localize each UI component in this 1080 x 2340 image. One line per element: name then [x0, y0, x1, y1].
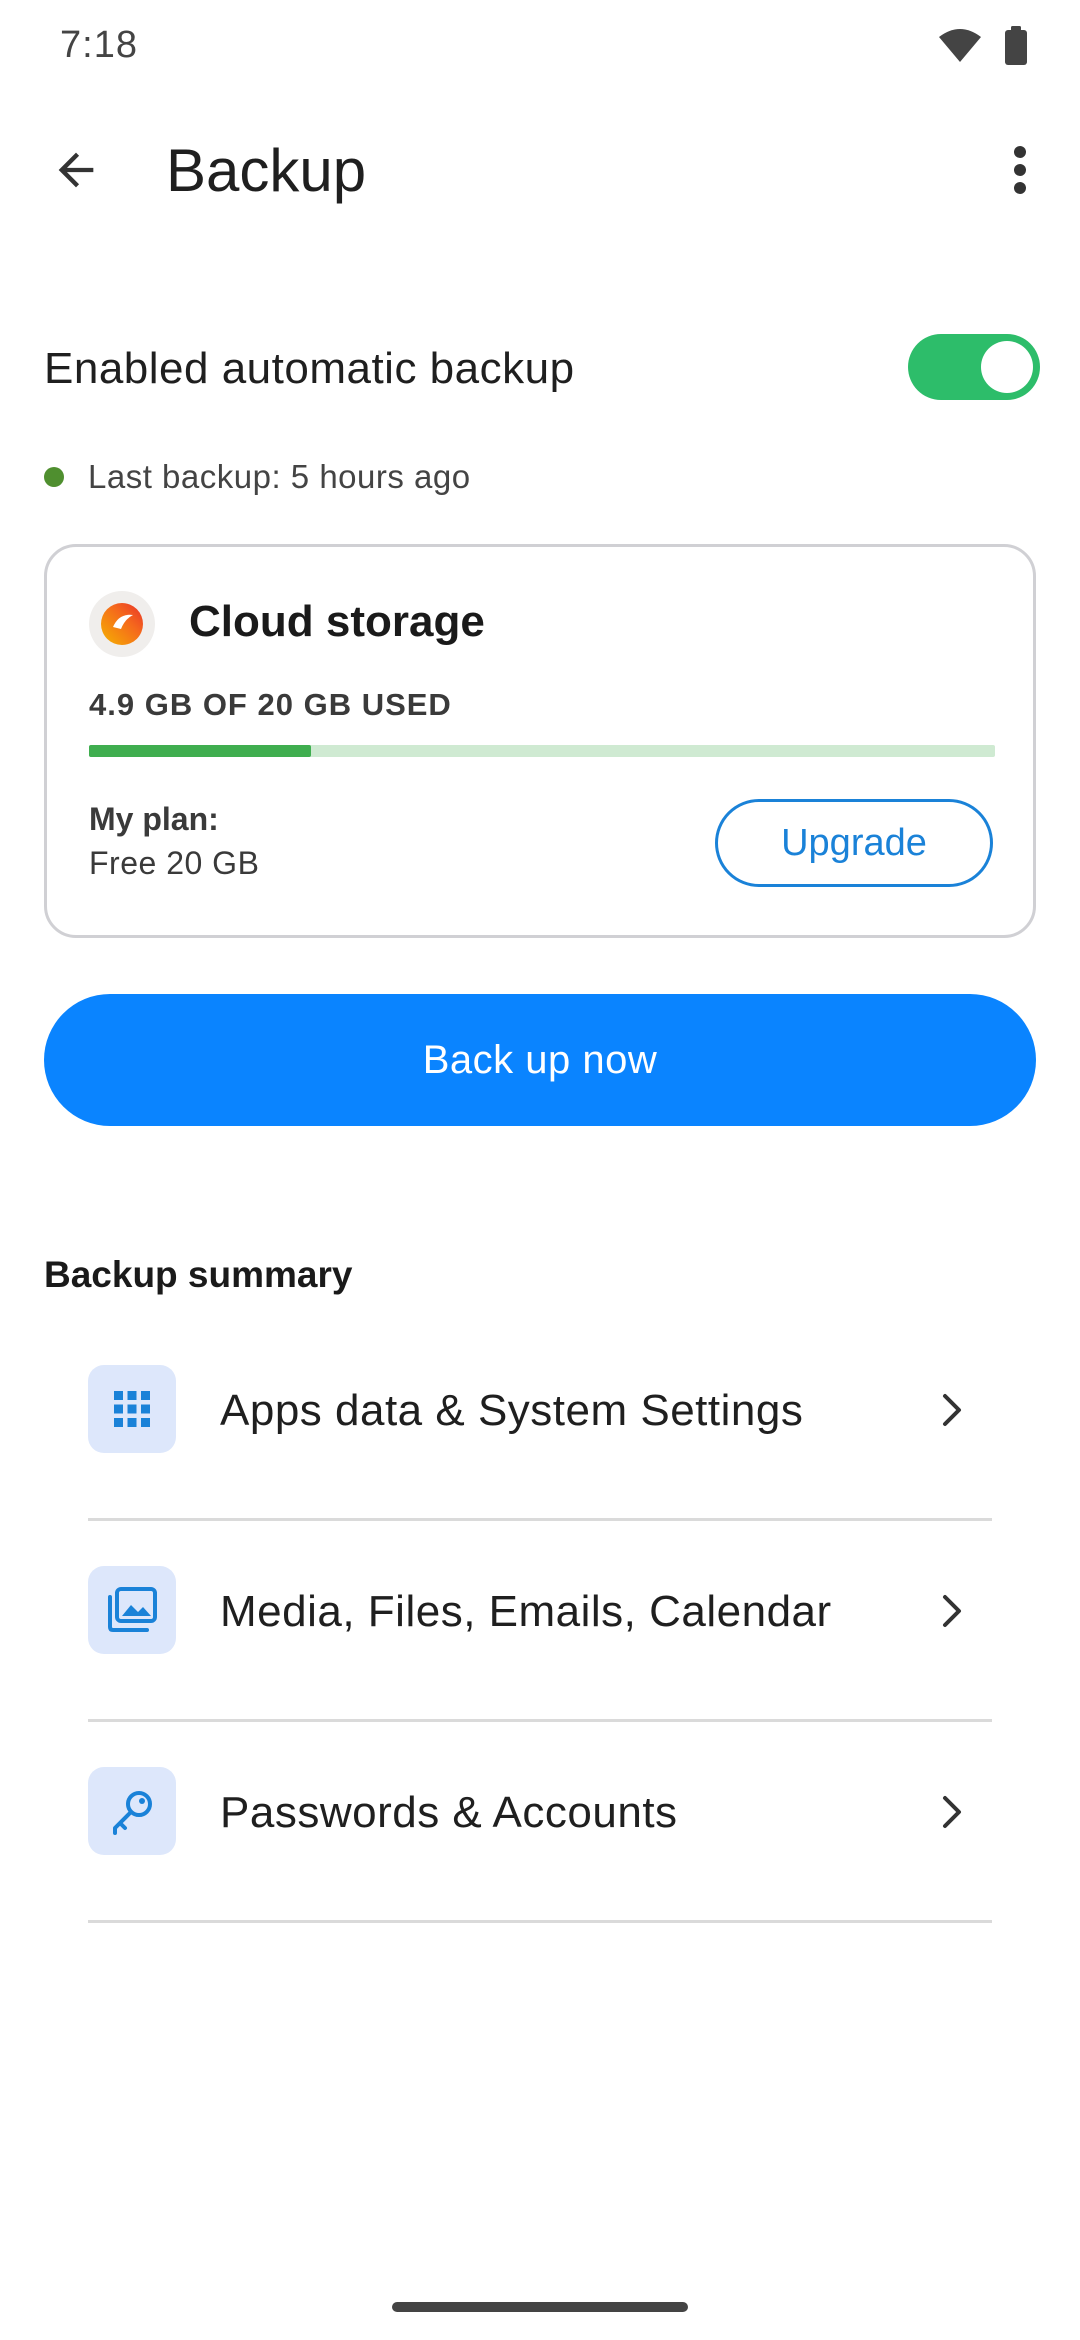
- status-icons: [938, 26, 1028, 71]
- backup-summary-title: Backup summary: [44, 1254, 353, 1295]
- home-indicator[interactable]: [392, 2302, 688, 2312]
- back-up-now-button[interactable]: Back up now: [44, 994, 1036, 1126]
- summary-item-passwords-accounts[interactable]: Passwords & Accounts: [88, 1722, 992, 1923]
- wifi-icon: [938, 28, 982, 69]
- status-time: 7:18: [60, 24, 138, 66]
- summary-item-apps-data[interactable]: Apps data & System Settings: [88, 1320, 992, 1521]
- plan-label: My plan:: [89, 801, 219, 837]
- storage-progress-fill: [89, 745, 311, 757]
- cloud-storage-card: Cloud storage 4.9 GB OF 20 GB USED My pl…: [44, 544, 1036, 938]
- upgrade-button[interactable]: Upgrade: [715, 799, 993, 887]
- storage-usage-text: 4.9 GB OF 20 GB USED: [89, 687, 452, 722]
- chevron-right-icon: [932, 1790, 972, 1834]
- chevron-right-icon: [932, 1388, 972, 1432]
- cloud-logo-icon: [89, 591, 155, 657]
- cloud-storage-title: Cloud storage: [189, 597, 485, 646]
- chevron-right-icon: [932, 1589, 972, 1633]
- page-title: Backup: [166, 137, 367, 204]
- more-options-button[interactable]: [990, 132, 1050, 212]
- auto-backup-toggle[interactable]: [908, 334, 1040, 400]
- more-vert-icon: [1012, 144, 1028, 201]
- auto-backup-label: Enabled automatic backup: [44, 344, 575, 393]
- app-bar: Backup: [0, 110, 1080, 230]
- apps-grid-icon: [88, 1365, 176, 1453]
- summary-item-label: Passwords & Accounts: [220, 1788, 678, 1837]
- last-backup-text: Last backup: 5 hours ago: [88, 458, 471, 495]
- battery-icon: [1004, 26, 1028, 71]
- storage-progress-bar: [89, 745, 995, 757]
- arrow-back-icon: [50, 144, 102, 201]
- auto-backup-row: Enabled automatic backup: [44, 330, 1040, 410]
- summary-item-media-files[interactable]: Media, Files, Emails, Calendar: [88, 1521, 992, 1722]
- plan-value: Free 20 GB: [89, 845, 260, 881]
- last-backup-status: Last backup: 5 hours ago: [44, 458, 471, 496]
- summary-item-label: Media, Files, Emails, Calendar: [220, 1587, 832, 1636]
- status-dot-icon: [44, 467, 64, 487]
- back-button[interactable]: [36, 132, 116, 212]
- summary-item-label: Apps data & System Settings: [220, 1386, 804, 1435]
- backup-summary-list: Apps data & System Settings Media, Files…: [88, 1320, 992, 1923]
- photo-library-icon: [88, 1566, 176, 1654]
- toggle-knob: [981, 341, 1033, 393]
- status-bar: 7:18: [0, 0, 1080, 96]
- key-icon: [88, 1767, 176, 1855]
